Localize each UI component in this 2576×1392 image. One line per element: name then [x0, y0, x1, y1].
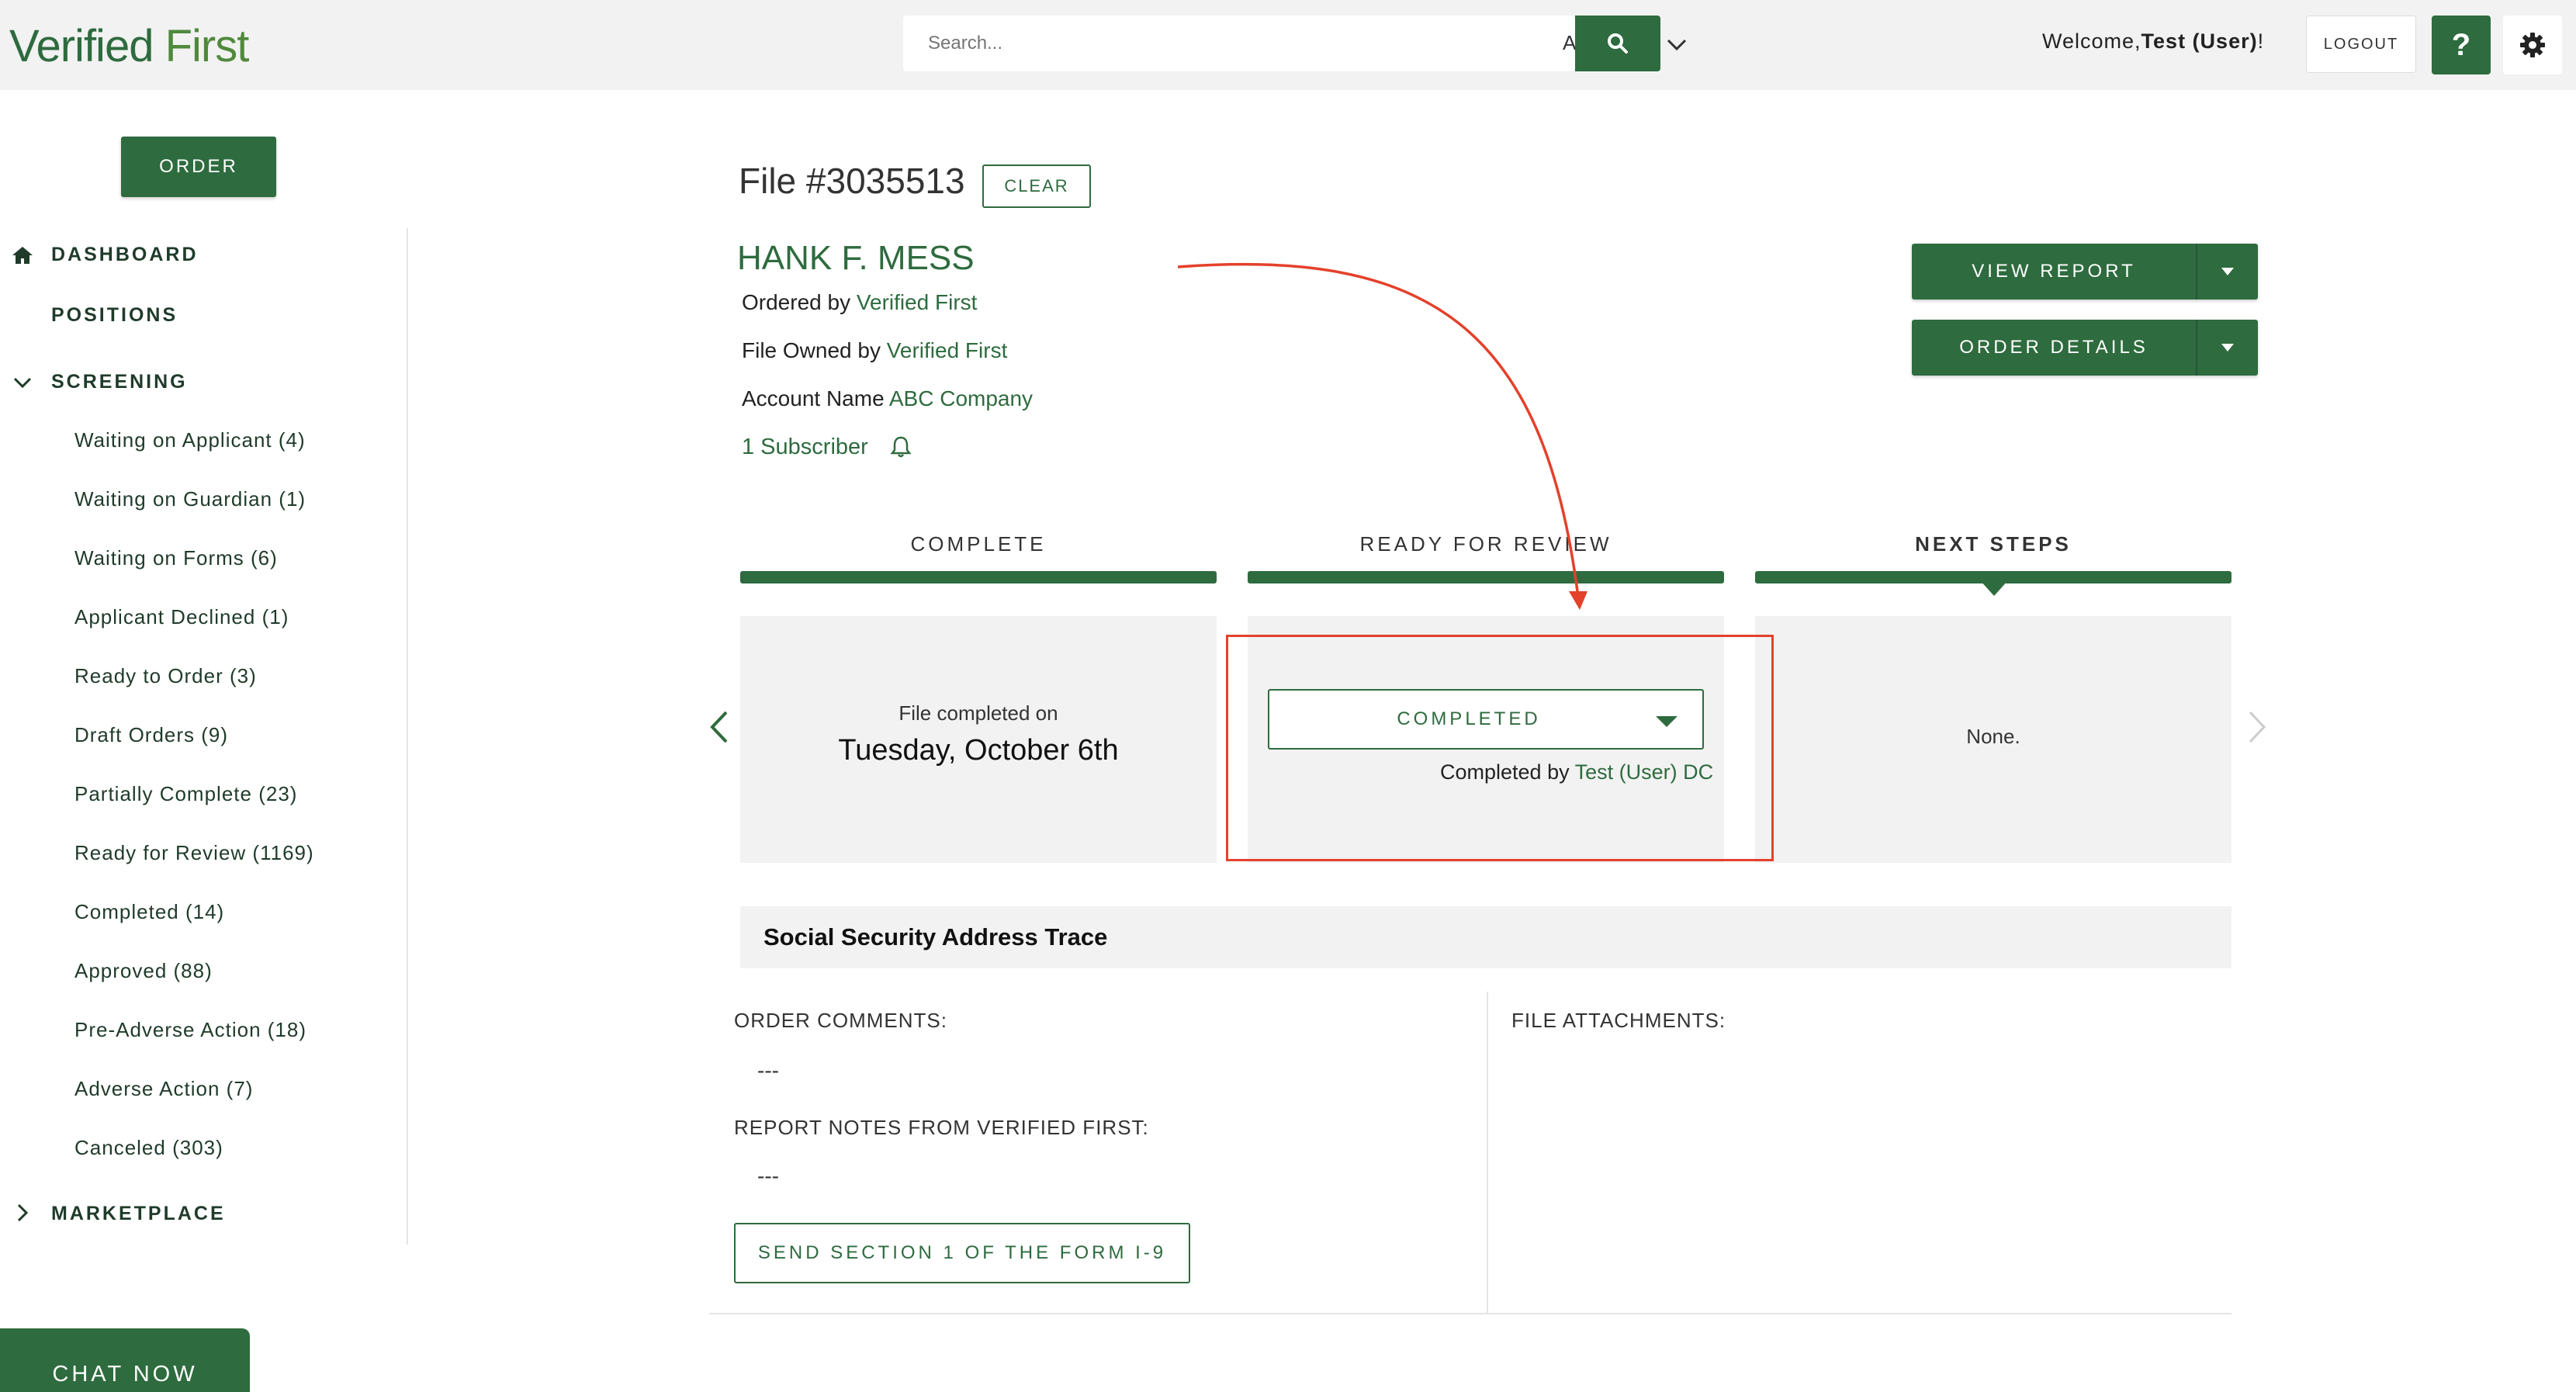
carousel-next-icon[interactable]	[2241, 708, 2272, 746]
order-button[interactable]: ORDER	[121, 137, 276, 197]
search-button[interactable]	[1575, 16, 1660, 71]
owned-by-link[interactable]: Verified First	[887, 338, 1008, 362]
logout-button[interactable]: LOGOUT	[2306, 16, 2416, 73]
sidebar-item-waiting-on-guardian[interactable]: Waiting on Guardian (1)	[74, 487, 306, 511]
order-comments-value: ---	[757, 1058, 779, 1082]
file-title: File #3035513	[739, 161, 965, 201]
search-bar: All	[903, 16, 1687, 71]
sidebar-item-waiting-on-applicant[interactable]: Waiting on Applicant (4)	[74, 428, 306, 452]
sidebar-item-adverse-action[interactable]: Adverse Action (7)	[74, 1077, 253, 1101]
sidebar-item-canceled[interactable]: Canceled (303)	[74, 1136, 223, 1160]
welcome-message: Welcome,Test (User)!	[2042, 29, 2264, 54]
nav-marketplace[interactable]: MARKETPLACE	[51, 1203, 226, 1225]
sidebar-divider	[407, 228, 408, 1245]
order-details-button[interactable]: ORDER DETAILS	[1912, 320, 2258, 376]
order-comments-label: ORDER COMMENTS:	[734, 1009, 947, 1032]
account-name-link[interactable]: ABC Company	[889, 386, 1033, 410]
step-label-complete: COMPLETE	[910, 532, 1047, 556]
search-input[interactable]	[903, 16, 1400, 71]
file-owned-by-row: File Owned by Verified First	[742, 338, 1007, 363]
welcome-user: Test (User)	[2141, 29, 2258, 53]
search-icon	[1608, 33, 1628, 54]
question-mark-icon: ?	[2451, 27, 2471, 62]
welcome-prefix: Welcome,	[2042, 29, 2141, 53]
logo-text-first: First	[164, 21, 250, 71]
help-button[interactable]: ?	[2432, 16, 2491, 74]
sidebar-item-ready-to-order[interactable]: Ready to Order (3)	[74, 664, 257, 688]
active-step-pointer	[1980, 580, 2008, 596]
chevron-right-icon[interactable]	[11, 1201, 34, 1224]
logo-text-verified: Verified	[9, 21, 154, 71]
account-name-row: Account Name ABC Company	[742, 386, 1033, 411]
bottom-divider	[709, 1313, 2231, 1314]
ordered-by-label: Ordered by	[742, 290, 851, 314]
order-details-dropdown-toggle[interactable]	[2197, 320, 2258, 376]
gear-icon	[2520, 33, 2545, 57]
sidebar-item-pre-adverse-action[interactable]: Pre-Adverse Action (18)	[74, 1018, 306, 1042]
owned-by-label: File Owned by	[742, 338, 881, 362]
home-icon	[12, 247, 33, 264]
step-bar-complete	[740, 571, 1217, 583]
top-bar: Verified First All Welcome,Test (User)! …	[0, 0, 2576, 90]
ordered-by-row: Ordered by Verified First	[742, 290, 977, 315]
sidebar-item-waiting-on-forms[interactable]: Waiting on Forms (6)	[74, 546, 278, 570]
file-completed-date: Tuesday, October 6th	[838, 734, 1119, 767]
report-notes-label: REPORT NOTES FROM VERIFIED FIRST:	[734, 1116, 1149, 1139]
report-notes-value: ---	[757, 1164, 779, 1188]
sidebar-item-partially-complete[interactable]: Partially Complete (23)	[74, 782, 297, 806]
nav-screening[interactable]: SCREENING	[51, 371, 188, 393]
nav-positions[interactable]: POSITIONS	[51, 304, 178, 327]
annotation-highlight-box	[1226, 635, 1774, 861]
verified-first-logo[interactable]: Verified First	[9, 16, 250, 78]
view-report-button[interactable]: VIEW REPORT	[1912, 244, 2258, 300]
subscriber-link[interactable]: 1 Subscriber	[742, 435, 868, 460]
view-report-label[interactable]: VIEW REPORT	[1912, 244, 2196, 300]
carousel-prev-icon[interactable]	[705, 708, 736, 746]
step-label-ready-for-review: READY FOR REVIEW	[1359, 532, 1612, 556]
chat-now-button[interactable]: CHAT NOW	[0, 1328, 250, 1392]
file-attachments-label: FILE ATTACHMENTS:	[1511, 1009, 1726, 1032]
sidebar-item-completed[interactable]: Completed (14)	[74, 900, 224, 924]
send-i9-section-1-button[interactable]: SEND SECTION 1 OF THE FORM I-9	[734, 1223, 1190, 1283]
section-title: Social Security Address Trace	[763, 923, 1108, 951]
bell-icon[interactable]	[889, 435, 912, 459]
sidebar-item-approved[interactable]: Approved (88)	[74, 959, 213, 983]
next-steps-value: None.	[1966, 725, 2020, 748]
view-report-dropdown-toggle[interactable]	[2197, 244, 2258, 300]
account-name-label: Account Name	[742, 386, 885, 410]
file-completed-label: File completed on	[898, 701, 1058, 725]
chevron-down-icon[interactable]	[11, 371, 34, 394]
caret-down-icon	[2221, 344, 2234, 351]
welcome-suffix: !	[2257, 29, 2265, 53]
chevron-down-icon	[1667, 39, 1687, 51]
settings-button[interactable]	[2503, 16, 2562, 74]
next-steps-panel: None.	[1755, 616, 2231, 863]
applicant-name[interactable]: HANK F. MESS	[737, 239, 975, 278]
sidebar-item-draft-orders[interactable]: Draft Orders (9)	[74, 723, 228, 747]
step-label-next-steps: NEXT STEPS	[1915, 532, 2072, 556]
sidebar-item-ready-for-review[interactable]: Ready for Review (1169)	[74, 841, 314, 865]
column-divider	[1487, 992, 1488, 1314]
nav-dashboard[interactable]: DASHBOARD	[51, 244, 199, 266]
order-details-label[interactable]: ORDER DETAILS	[1912, 320, 2196, 376]
complete-panel: File completed on Tuesday, October 6th	[740, 616, 1217, 863]
step-bar-ready-for-review	[1248, 571, 1724, 583]
clear-button[interactable]: CLEAR	[982, 164, 1091, 208]
section-header: Social Security Address Trace	[740, 906, 2231, 968]
ordered-by-link[interactable]: Verified First	[857, 290, 978, 314]
caret-down-icon	[2221, 268, 2234, 275]
sidebar-item-applicant-declined[interactable]: Applicant Declined (1)	[74, 605, 289, 629]
